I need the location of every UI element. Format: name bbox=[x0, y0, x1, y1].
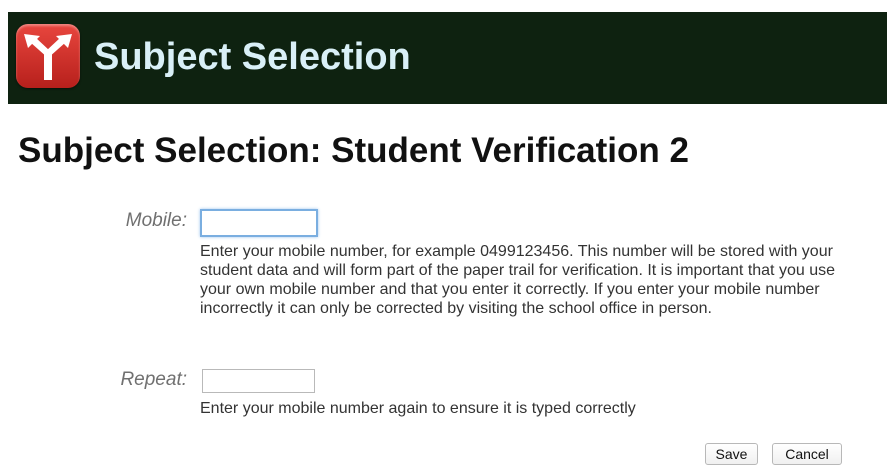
mobile-input[interactable] bbox=[200, 209, 318, 237]
mobile-help-text: Enter your mobile number, for example 04… bbox=[200, 243, 835, 317]
branching-arrows-icon[interactable] bbox=[16, 24, 80, 88]
repeat-label: Repeat: bbox=[120, 369, 187, 390]
app-title: Subject Selection bbox=[94, 36, 411, 78]
page-title: Subject Selection: Student Verification … bbox=[18, 131, 689, 170]
app-header: Subject Selection bbox=[8, 12, 887, 104]
cancel-button[interactable]: Cancel bbox=[772, 443, 842, 465]
repeat-help-text: Enter your mobile number again to ensure… bbox=[200, 400, 636, 417]
save-button[interactable]: Save bbox=[705, 443, 758, 465]
repeat-mobile-input[interactable] bbox=[202, 369, 315, 393]
mobile-label: Mobile: bbox=[125, 210, 187, 231]
